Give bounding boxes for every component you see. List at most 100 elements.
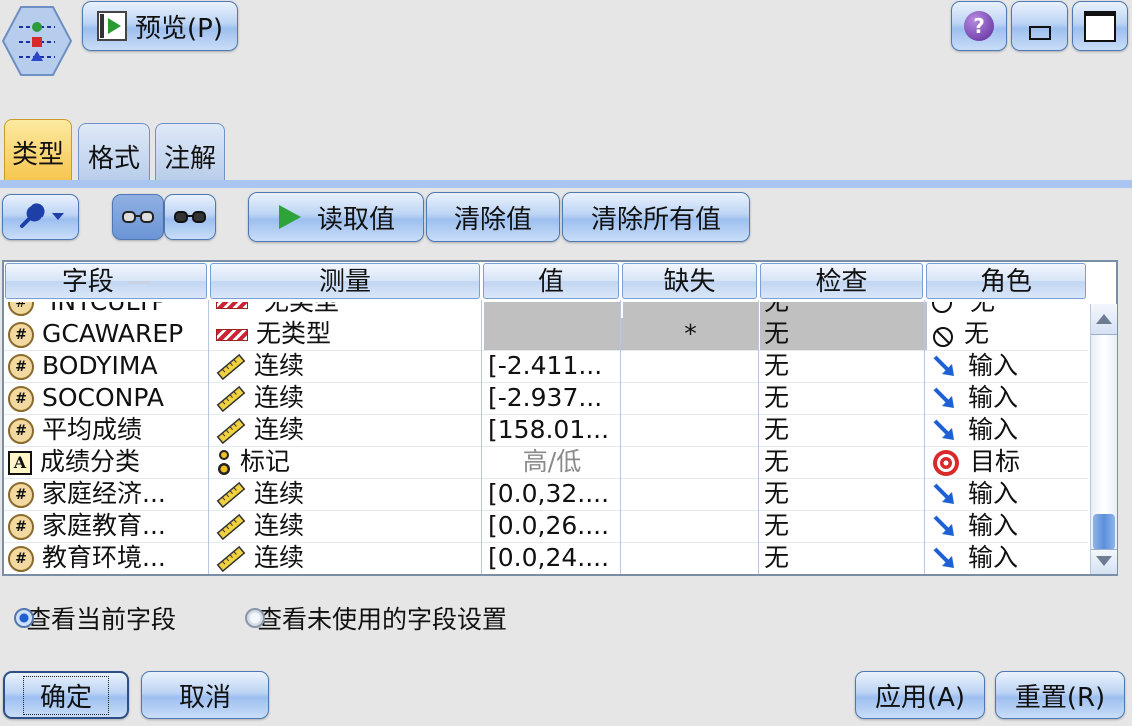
cancel-button[interactable]: 取消 [141, 671, 269, 719]
scroll-up-button[interactable] [1091, 304, 1117, 335]
column-separator [924, 300, 925, 574]
help-button[interactable]: ? [951, 1, 1007, 51]
ruler-icon [216, 513, 246, 541]
scroll-thumb[interactable] [1093, 514, 1115, 550]
reset-button[interactable]: 重置(R) [995, 671, 1125, 719]
table-row[interactable]: # 教育环境... 连续 [0.0,24.... 无 输入 [4, 542, 1088, 574]
tab-format[interactable]: 格式 [78, 123, 150, 181]
scroll-down-button[interactable] [1091, 549, 1117, 574]
table-row[interactable]: A 成绩分类 标记 高/低 无 目标 [4, 446, 1088, 479]
check-cell: 无 [760, 382, 927, 414]
missing-cell [623, 382, 758, 414]
glasses-icon [122, 211, 154, 223]
clear-all-values-label: 清除所有值 [590, 204, 721, 235]
table-row[interactable]: # 平均成绩 连续 [158.01... 无 输入 [4, 414, 1088, 447]
tab-annotation[interactable]: 注解 [155, 123, 225, 181]
measure-cell: 无类型 [212, 302, 486, 318]
missing-text: * [684, 319, 697, 348]
clear-all-values-button[interactable]: 清除所有值 [562, 192, 750, 242]
clear-values-button[interactable]: 清除值 [426, 192, 560, 242]
maximize-icon [1084, 10, 1116, 42]
view-toggle-left-button[interactable] [112, 194, 164, 240]
set-icon: # [8, 514, 34, 540]
play-icon [278, 205, 301, 229]
missing-cell [623, 510, 758, 542]
typeless-icon [216, 329, 248, 341]
read-values-button[interactable]: 读取值 [248, 192, 424, 242]
apply-label: 应用(A) [874, 682, 966, 713]
dark-glasses-icon [174, 211, 206, 223]
measure-label: 连续 [254, 351, 305, 380]
column-header-check[interactable]: 检查 [760, 263, 923, 299]
missing-cell [623, 414, 758, 446]
values-cell: [-2.411... [484, 350, 624, 382]
column-header-field[interactable]: 字段 [5, 263, 207, 299]
view-current-fields-option[interactable]: 查看当前字段 [14, 602, 176, 634]
table-row[interactable]: # 家庭教育... 连续 [0.0,26.... 无 输入 [4, 510, 1088, 543]
tab-type[interactable]: 类型 [4, 119, 72, 181]
column-header-values[interactable]: 值 [483, 263, 619, 299]
chevron-down-icon [51, 213, 64, 220]
values-text: [0.0,32.... [488, 479, 610, 508]
check-text: 无 [764, 383, 790, 412]
field-name: 家庭教育... [42, 511, 166, 540]
role-label: 输入 [968, 511, 1019, 540]
column-header-role[interactable]: 角色 [926, 263, 1086, 299]
preview-button[interactable]: 预览(P) [82, 1, 238, 51]
measure-label: 标记 [240, 447, 291, 476]
string-icon: A [8, 451, 32, 475]
check-text: 无 [764, 319, 790, 348]
field-name: 家庭经济... [42, 479, 166, 508]
check-text: 无 [764, 415, 790, 444]
minimize-button[interactable] [1011, 1, 1068, 51]
role-cell: 目标 [926, 446, 1090, 478]
role-cell: 输入 [926, 542, 1090, 574]
view-unused-fields-option[interactable]: 查看未使用的字段设置 [245, 602, 507, 634]
column-header-missing[interactable]: 缺失 [622, 263, 757, 299]
cancel-label: 取消 [178, 682, 231, 713]
set-icon: # [8, 386, 34, 412]
column-header-missing-label: 缺失 [663, 267, 716, 297]
field-cell: # 教育环境... [4, 542, 212, 574]
field-name: 教育环境... [42, 543, 166, 572]
values-text: [0.0,26.... [488, 511, 610, 540]
input-arrow-icon [932, 418, 958, 444]
role-label: 输入 [968, 383, 1019, 412]
tools-menu-button[interactable] [2, 194, 79, 240]
table-row[interactable]: # SOCONPA 连续 [-2.937... 无 输入 [4, 382, 1088, 415]
role-label: 无 [970, 302, 995, 316]
ok-button[interactable]: 确定 [3, 671, 129, 719]
arrow-up-icon [1096, 314, 1112, 324]
values-text: 高/低 [522, 447, 582, 476]
role-label: 输入 [968, 351, 1019, 380]
field-name: GCAWAREP [42, 319, 184, 348]
field-cell: A 成绩分类 [4, 446, 212, 478]
check-cell: 无 [760, 350, 927, 382]
role-cell: 无 [926, 302, 1090, 318]
input-arrow-icon [932, 482, 958, 508]
vertical-scrollbar[interactable] [1090, 304, 1117, 574]
view-unused-fields-label: 查看未使用的字段设置 [257, 605, 508, 634]
table-row[interactable]: # 家庭经济... 连续 [0.0,32.... 无 输入 [4, 478, 1088, 511]
values-cell [484, 318, 624, 350]
field-cell: # SOCONPA [4, 382, 212, 414]
column-header-measure[interactable]: 测量 [210, 263, 480, 299]
measure-label: 连续 [254, 383, 305, 412]
measure-cell: 连续 [212, 350, 486, 382]
table-row[interactable]: # GCAWAREP 无类型 * 无 无 [4, 318, 1088, 351]
table-row[interactable]: # BODYIMA 连续 [-2.411... 无 输入 [4, 350, 1088, 383]
check-cell: 无 [760, 302, 927, 318]
missing-cell [623, 542, 758, 574]
measure-cell: 连续 [212, 510, 486, 542]
measure-cell: 连续 [212, 542, 486, 574]
table-row[interactable]: # INTCULTP 无类型 无 无 [4, 302, 1088, 318]
maximize-button[interactable] [1072, 1, 1128, 51]
values-cell: [158.01... [484, 414, 624, 446]
role-cell: 输入 [926, 478, 1090, 510]
sort-indicator-icon [128, 281, 151, 284]
preview-label: 预览(P) [135, 13, 223, 44]
view-toggle-right-button[interactable] [164, 194, 216, 240]
tab-format-label: 格式 [87, 144, 140, 174]
apply-button[interactable]: 应用(A) [855, 671, 985, 719]
missing-cell: * [623, 318, 758, 350]
